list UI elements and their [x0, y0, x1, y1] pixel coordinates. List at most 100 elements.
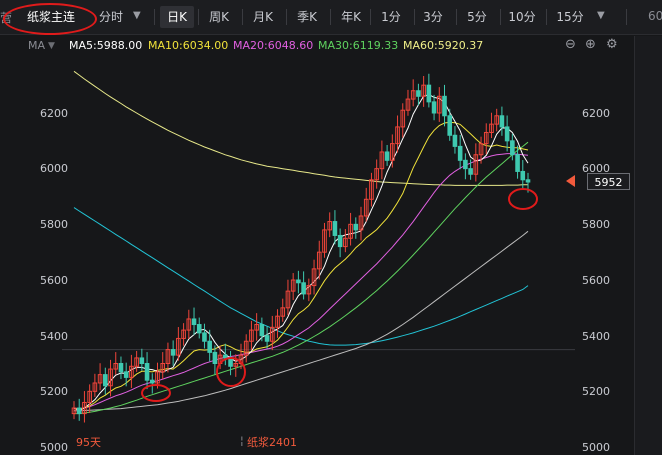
candle-body [212, 351, 218, 365]
ma5-value: MA5:5988.00 [69, 39, 143, 52]
divider [626, 9, 627, 25]
candle-body [337, 234, 343, 248]
candle-body [285, 290, 291, 309]
kline-chart[interactable] [0, 0, 662, 455]
candle-body [457, 145, 463, 161]
ma30-line [74, 141, 529, 415]
y-tick-left: 5000 [40, 441, 68, 454]
candle-body [87, 390, 92, 403]
candle-body [155, 371, 160, 384]
candle-body [416, 90, 421, 97]
candle-body [452, 134, 458, 147]
tab-3min[interactable]: 3分 [418, 6, 448, 28]
y-tick-right: 5800 [582, 218, 610, 231]
candle-body [217, 354, 223, 364]
candle-body [249, 329, 254, 342]
ma10-line [73, 121, 529, 410]
candle-body [405, 98, 411, 111]
candle-body [160, 363, 166, 373]
y-tick-left: 5200 [40, 385, 68, 398]
zoom-out-icon[interactable]: ⊖ [565, 37, 576, 52]
period-toolbar: 营 纸浆主连 分时 ▼ 日K 周K 月K 季K 年K 1分 3分 5分 10分 … [0, 0, 662, 35]
tab-5min[interactable]: 5分 [462, 6, 492, 28]
tab-daily[interactable]: 日K [160, 6, 194, 28]
divider [286, 9, 287, 25]
tab-monthly[interactable]: 月K [246, 6, 280, 28]
toolbar-right-stub: 60 [648, 9, 662, 23]
candle-body [400, 109, 406, 128]
ma60-line [74, 230, 529, 412]
candle-body [290, 279, 296, 292]
candle-body [348, 223, 353, 239]
candle-body [207, 340, 212, 353]
tab-weekly[interactable]: 周K [202, 6, 236, 28]
candle-body [353, 223, 359, 231]
candle-body [322, 229, 327, 253]
candle-body [144, 363, 150, 381]
candle-body [510, 140, 515, 156]
ma5-line [73, 94, 529, 412]
candle-body [343, 237, 348, 248]
contract-label: 纸浆2401 [247, 436, 297, 449]
ma10-value: MA10:6034.00 [148, 39, 229, 52]
price-pointer-icon [566, 175, 575, 187]
candle-body [113, 363, 119, 370]
candle-body [181, 329, 186, 339]
y-tick-left: 6000 [40, 162, 68, 175]
candle-body [468, 168, 473, 175]
chevron-down-icon[interactable]: ▼ [597, 10, 605, 21]
candle-body [259, 324, 265, 337]
candle-body [426, 84, 432, 103]
candle-body [82, 401, 87, 415]
candle-body [275, 315, 280, 328]
tab-fenshi[interactable]: 分时 [94, 6, 128, 28]
tab-10min[interactable]: 10分 [504, 6, 540, 28]
candle-body [238, 354, 244, 364]
tab-quarterly[interactable]: 季K [290, 6, 324, 28]
y-tick-left: 5800 [40, 218, 68, 231]
candle-body [489, 123, 494, 133]
divider [154, 9, 155, 25]
tab-yearly[interactable]: 年K [334, 6, 368, 28]
tab-15min[interactable]: 15分 [552, 6, 588, 28]
chevron-down-icon[interactable]: ▼ [48, 41, 55, 51]
y-tick-right: 5000 [582, 441, 610, 454]
last-price-tag: 5952 [587, 173, 630, 190]
candle-body [379, 151, 385, 170]
candle-body [374, 168, 379, 181]
candle-body [431, 101, 437, 114]
candle-body [76, 407, 82, 415]
tab-1min[interactable]: 1分 [374, 6, 408, 28]
ma20-value: MA20:6048.60 [233, 39, 314, 52]
candle-body [311, 268, 317, 287]
divider [456, 9, 457, 25]
candle-body [499, 115, 505, 128]
divider [500, 9, 501, 25]
divider [330, 9, 331, 25]
candle-body [233, 363, 239, 367]
annotation-ellipse [216, 357, 246, 387]
candle-body [296, 279, 301, 284]
candle-body [186, 318, 192, 331]
settings-icon[interactable]: ⚙ [606, 37, 618, 52]
divider [414, 9, 415, 25]
candle-body [170, 349, 176, 356]
right-side-panel [634, 36, 662, 455]
divider [370, 9, 371, 25]
annotation-ellipse [141, 384, 171, 402]
y-tick-left: 5600 [40, 274, 68, 287]
candle-body [478, 143, 484, 156]
candle-body [306, 285, 312, 295]
candle-body [363, 198, 369, 217]
candle-body [71, 407, 77, 415]
candle-body [520, 170, 526, 181]
ma-legend: MA ▼ MA5:5988.00 MA10:6034.00 MA20:6048.… [0, 36, 662, 56]
candle-body [264, 335, 270, 342]
chevron-down-icon[interactable]: ▼ [133, 10, 141, 21]
candle-body [494, 115, 499, 125]
zoom-in-icon[interactable]: ⊕ [585, 37, 596, 52]
contract-marker-icon: ¦ [240, 434, 244, 447]
candle-body [447, 115, 453, 136]
ma30-value: MA30:6119.33 [318, 39, 399, 52]
days-label: 95天 [76, 436, 101, 449]
